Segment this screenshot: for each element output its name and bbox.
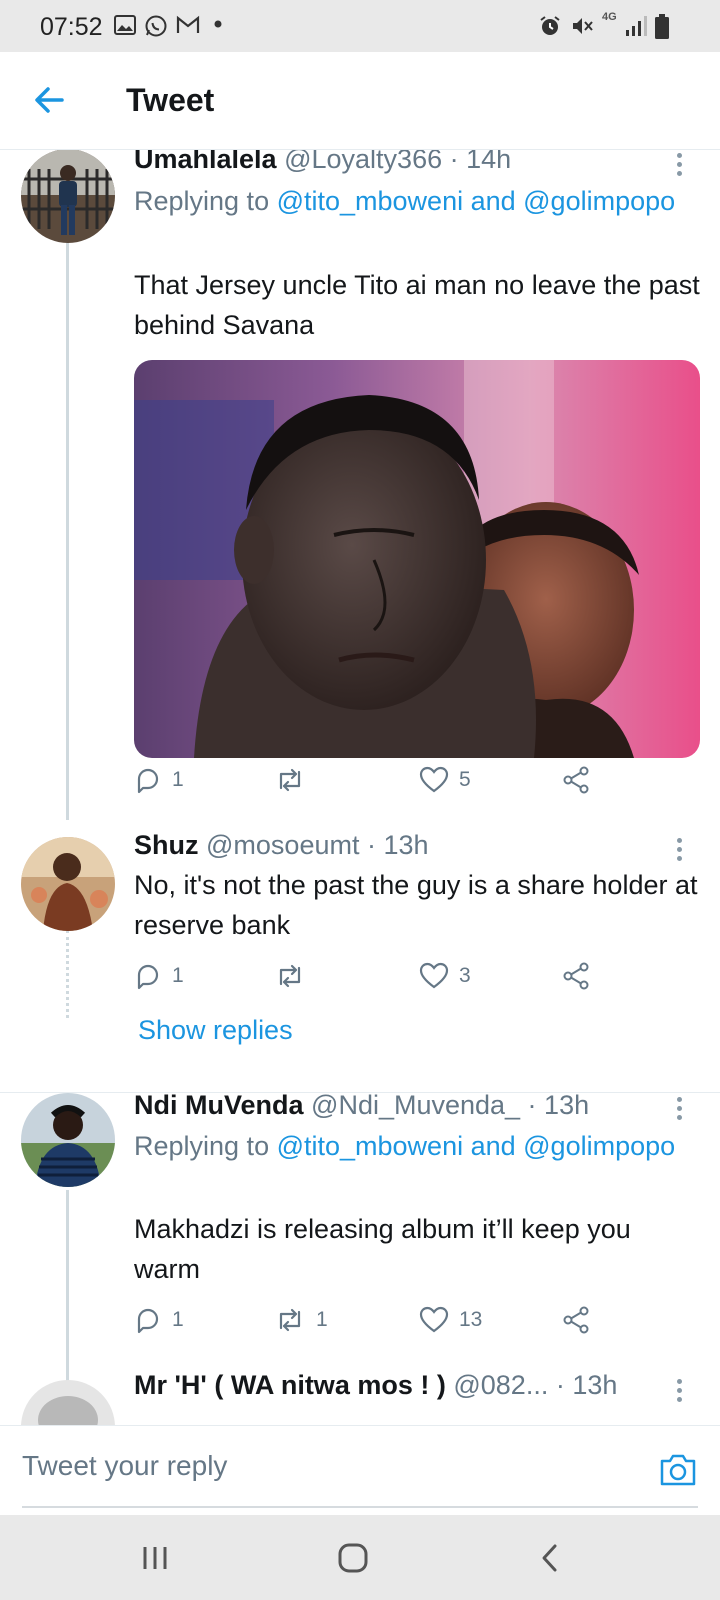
retweet-icon [279,964,301,988]
mention-link[interactable]: @tito_mboweni and @golimpopo [277,186,676,216]
reply-count: 1 [172,1308,184,1331]
show-replies-link[interactable]: Show replies [138,1015,293,1046]
like-button[interactable]: 13 [419,1302,482,1338]
handle-time: @082... · 13h [453,1370,618,1400]
share-button[interactable] [562,1302,590,1338]
home-icon[interactable] [337,1542,369,1574]
display-name[interactable]: Ndi MuVenda [134,1090,304,1120]
recent-apps-icon[interactable] [140,1543,170,1573]
camera-icon[interactable] [658,1452,698,1488]
gmail-icon [176,15,200,33]
retweet-icon [279,1308,301,1332]
reply-button[interactable]: 1 [134,958,184,994]
retweet-icon [279,768,301,792]
reply-button[interactable]: 1 [134,1302,184,1338]
more-options-icon[interactable] [676,1379,684,1406]
more-options-icon[interactable] [676,1097,684,1124]
battery-icon [655,14,669,39]
like-count: 3 [459,964,471,987]
share-icon [563,1306,589,1334]
thread-line-dotted [66,930,69,1018]
reply-composer: Tweet your reply [0,1425,720,1515]
reply-input[interactable]: Tweet your reply [22,1450,227,1482]
avatar[interactable] [21,1093,115,1187]
display-name[interactable]: Mr 'H' ( WA nitwa mos ! ) [134,1370,446,1400]
reply-icon [137,1308,159,1334]
signal-icon [626,16,647,36]
retweet-button[interactable]: 1 [274,1302,328,1338]
handle-time: @Loyalty366 · 14h [284,150,512,174]
gallery-icon [114,15,136,35]
tweet-text: No, it's not the past the guy is a share… [134,870,698,940]
reply-input-underline [22,1506,698,1508]
mute-icon [573,18,593,34]
like-count: 13 [459,1308,483,1331]
network-type: 4G [602,11,617,23]
reply-icon [137,964,159,990]
more-options-icon[interactable] [676,838,684,865]
retweet-button[interactable] [274,762,316,798]
back-arrow-icon[interactable] [30,80,70,120]
share-button[interactable] [562,762,590,798]
replies-feed[interactable]: Umahlalela @Loyalty366 · 14h Replying to… [0,150,720,1425]
tweet-header: Mr 'H' ( WA nitwa mos ! ) @082... · 13h [134,1370,617,1401]
tweet-actions: 1 5 [134,762,614,798]
share-button[interactable] [562,958,590,994]
tweet-header: Umahlalela @Loyalty366 · 14h [134,150,511,175]
heart-icon [419,766,449,793]
tweet-image[interactable] [134,360,700,758]
share-icon [563,766,589,794]
replying-prefix: Replying to [134,1131,277,1161]
like-button[interactable]: 5 [419,762,471,798]
handle-time: @mosoeumt · 13h [206,830,429,860]
replying-to: Replying to @tito_mboweni and @golimpopo [134,181,694,221]
display-name[interactable]: Shuz [134,830,199,860]
tweet-header: Shuz @mosoeumt · 13h [134,830,429,861]
system-nav-bar [0,1515,720,1600]
whatsapp-icon [145,15,167,37]
status-time: 07:52 [40,13,103,41]
avatar[interactable] [21,837,115,931]
reply-button[interactable]: 1 [134,762,184,798]
dot-icon [214,20,222,28]
retweet-button[interactable] [274,958,316,994]
status-bar: 07:52 4G [0,0,720,52]
top-app-bar: Tweet [0,52,720,150]
tweet-text: That Jersey uncle Tito ai man no leave t… [134,270,700,340]
like-button[interactable]: 3 [419,958,471,994]
heart-icon [419,962,449,989]
avatar[interactable] [21,150,115,243]
back-icon[interactable] [538,1542,562,1574]
mention-link[interactable]: @tito_mboweni and @golimpopo [277,1131,676,1161]
page-title: Tweet [126,82,215,118]
reply-icon [137,768,159,794]
avatar[interactable] [21,1380,115,1425]
more-options-icon[interactable] [676,153,684,180]
retweet-count: 1 [316,1308,328,1331]
tweet-text: Makhadzi is releasing album it’ll keep y… [134,1214,631,1284]
heart-icon [419,1306,449,1333]
display-name[interactable]: Umahlalela [134,150,277,174]
reply-count: 1 [172,768,184,791]
thread-line [66,240,69,820]
tweet-actions: 1 1 13 [134,1302,614,1338]
handle-time: @Ndi_Muvenda_ · 13h [311,1090,590,1120]
share-icon [563,962,589,990]
tweet-actions: 1 3 [134,958,614,994]
tweet-header: Ndi MuVenda @Ndi_Muvenda_ · 13h [134,1090,589,1121]
like-count: 5 [459,768,471,791]
alarm-icon [540,16,560,35]
replying-prefix: Replying to [134,186,277,216]
replying-to: Replying to @tito_mboweni and @golimpopo [134,1126,694,1166]
reply-count: 1 [172,964,184,987]
